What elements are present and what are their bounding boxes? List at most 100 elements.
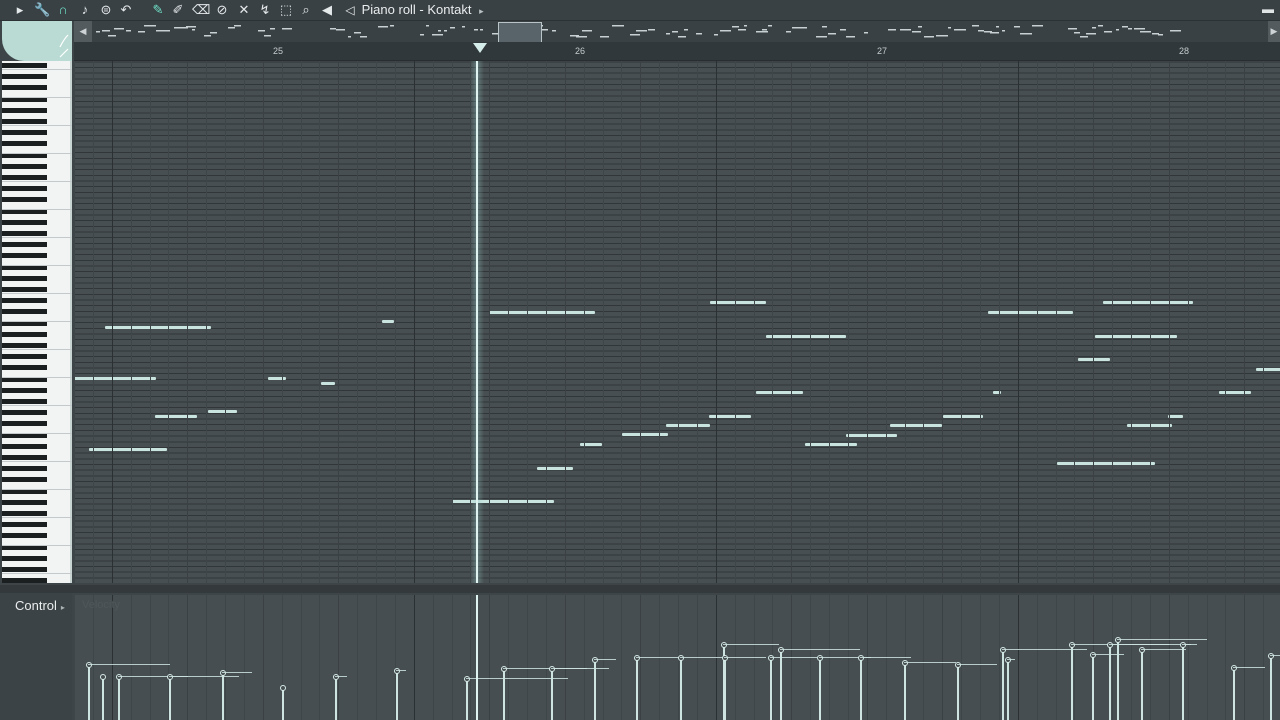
velocity-stem[interactable] bbox=[636, 658, 638, 720]
note[interactable] bbox=[321, 382, 335, 385]
window-minimize-icon[interactable]: ▬ bbox=[1262, 0, 1274, 18]
note[interactable] bbox=[452, 500, 554, 503]
velocity-handle[interactable] bbox=[549, 666, 555, 672]
velocity-stem[interactable] bbox=[904, 663, 906, 720]
velocity-handle[interactable] bbox=[722, 655, 728, 661]
zoom-icon[interactable]: ⌕ bbox=[298, 2, 314, 18]
velocity-handle[interactable] bbox=[1115, 637, 1121, 643]
note[interactable] bbox=[1057, 462, 1155, 465]
black-key[interactable] bbox=[2, 466, 47, 472]
velocity-handle[interactable] bbox=[1090, 652, 1096, 658]
velocity-handle[interactable] bbox=[1107, 642, 1113, 648]
velocity-handle[interactable] bbox=[86, 662, 92, 668]
velocity-stem[interactable] bbox=[466, 679, 468, 720]
velocity-stem[interactable] bbox=[594, 660, 596, 720]
note[interactable] bbox=[1095, 335, 1177, 338]
note[interactable] bbox=[1219, 391, 1251, 394]
control-selector[interactable]: Control ▸ bbox=[15, 598, 65, 613]
black-key[interactable] bbox=[2, 309, 47, 315]
black-key[interactable] bbox=[2, 119, 47, 124]
window-title[interactable]: ◁ Piano roll - Kontakt ▸ bbox=[342, 0, 483, 20]
note-icon[interactable]: ♪ bbox=[77, 2, 93, 18]
wrench-icon[interactable]: 🔧 bbox=[34, 2, 50, 18]
velocity-handle[interactable] bbox=[778, 647, 784, 653]
velocity-stem[interactable] bbox=[680, 658, 682, 720]
velocity-stem[interactable] bbox=[1141, 650, 1143, 720]
black-key[interactable] bbox=[2, 175, 47, 180]
erase-icon[interactable]: ⌫ bbox=[192, 2, 210, 18]
black-key[interactable] bbox=[2, 63, 47, 68]
black-key[interactable] bbox=[2, 107, 47, 113]
event-editor[interactable] bbox=[74, 595, 1280, 720]
velocity-handle[interactable] bbox=[220, 670, 226, 676]
black-key[interactable] bbox=[2, 567, 47, 572]
velocity-handle[interactable] bbox=[858, 655, 864, 661]
black-key[interactable] bbox=[2, 399, 47, 404]
velocity-handle[interactable] bbox=[280, 685, 286, 691]
velocity-handle[interactable] bbox=[394, 668, 400, 674]
black-key[interactable] bbox=[2, 242, 47, 248]
panel-divider[interactable] bbox=[0, 585, 1280, 593]
note[interactable] bbox=[988, 311, 1073, 314]
velocity-handle[interactable] bbox=[678, 655, 684, 661]
overview-viewport[interactable] bbox=[498, 22, 542, 43]
black-key[interactable] bbox=[2, 410, 47, 416]
velocity-stem[interactable] bbox=[1071, 645, 1073, 720]
note[interactable] bbox=[666, 424, 710, 427]
velocity-handle[interactable] bbox=[1268, 653, 1274, 659]
note[interactable] bbox=[756, 391, 803, 394]
black-key[interactable] bbox=[2, 421, 47, 427]
velocity-stem[interactable] bbox=[169, 677, 171, 720]
velocity-stem[interactable] bbox=[1007, 660, 1009, 720]
pencil-icon[interactable]: ✎ bbox=[150, 2, 166, 18]
velocity-handle[interactable] bbox=[634, 655, 640, 661]
velocity-handle[interactable] bbox=[501, 666, 507, 672]
velocity-stem[interactable] bbox=[503, 669, 505, 720]
paint-icon[interactable]: ✐ bbox=[170, 2, 186, 18]
black-key[interactable] bbox=[2, 343, 47, 348]
velocity-handle[interactable] bbox=[721, 642, 727, 648]
black-key[interactable] bbox=[2, 511, 47, 516]
black-key[interactable] bbox=[2, 253, 47, 259]
note[interactable] bbox=[105, 326, 211, 329]
note-grid[interactable] bbox=[74, 61, 1280, 583]
velocity-handle[interactable] bbox=[592, 657, 598, 663]
velocity-handle[interactable] bbox=[1005, 657, 1011, 663]
black-key[interactable] bbox=[2, 354, 47, 360]
velocity-stem[interactable] bbox=[118, 677, 120, 720]
velocity-stem[interactable] bbox=[88, 665, 90, 720]
black-key[interactable] bbox=[2, 275, 47, 281]
black-key[interactable] bbox=[2, 219, 47, 225]
velocity-stem[interactable] bbox=[396, 671, 398, 720]
playhead-line[interactable] bbox=[476, 61, 478, 583]
velocity-handle[interactable] bbox=[768, 655, 774, 661]
delete-icon[interactable]: ⊘ bbox=[214, 2, 230, 18]
note[interactable] bbox=[268, 377, 286, 380]
velocity-stem[interactable] bbox=[819, 658, 821, 720]
velocity-handle[interactable] bbox=[1069, 642, 1075, 648]
black-key[interactable] bbox=[2, 331, 47, 337]
velocity-handle[interactable] bbox=[817, 655, 823, 661]
velocity-handle[interactable] bbox=[955, 662, 961, 668]
velocity-handle[interactable] bbox=[116, 674, 122, 680]
black-key[interactable] bbox=[2, 477, 47, 483]
velocity-stem[interactable] bbox=[770, 658, 772, 720]
pattern-overview[interactable]: ◀ ▶ bbox=[74, 21, 1280, 43]
velocity-stem[interactable] bbox=[282, 688, 284, 720]
note[interactable] bbox=[1103, 301, 1193, 304]
velocity-stem[interactable] bbox=[551, 669, 553, 720]
velocity-stem[interactable] bbox=[860, 658, 862, 720]
note[interactable] bbox=[710, 301, 766, 304]
velocity-handle[interactable] bbox=[167, 674, 173, 680]
velocity-stem[interactable] bbox=[102, 677, 104, 720]
velocity-handle[interactable] bbox=[1180, 642, 1186, 648]
velocity-handle[interactable] bbox=[333, 674, 339, 680]
black-key[interactable] bbox=[2, 455, 47, 460]
note[interactable] bbox=[489, 311, 595, 314]
note[interactable] bbox=[846, 434, 897, 437]
note[interactable] bbox=[382, 320, 394, 323]
velocity-stem[interactable] bbox=[1182, 645, 1184, 720]
velocity-stem[interactable] bbox=[957, 665, 959, 720]
playback-icon[interactable]: ◀ bbox=[319, 2, 335, 18]
black-key[interactable] bbox=[2, 186, 47, 192]
